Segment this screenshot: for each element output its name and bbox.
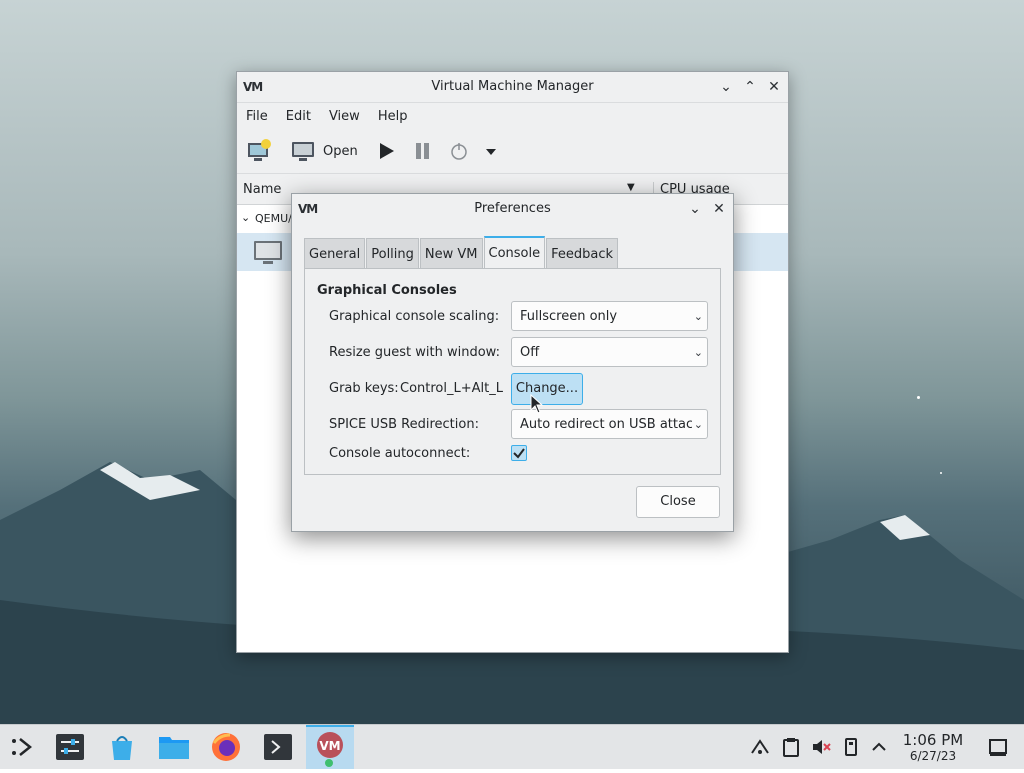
usb-device-icon[interactable] <box>841 737 861 757</box>
new-vm-icon[interactable] <box>247 139 271 165</box>
checkmark-icon <box>513 448 525 459</box>
preferences-dialog: VM Preferences ⌄ ✕ General Polling New V… <box>291 193 734 532</box>
chevron-down-icon: ⌄ <box>693 346 703 359</box>
usb-value: Auto redirect on USB attach <box>520 417 692 432</box>
change-button[interactable]: Change... <box>511 373 583 405</box>
pause-icon[interactable] <box>413 139 433 165</box>
scaling-value: Fullscreen only <box>520 309 618 324</box>
clock[interactable]: 1:06 PM 6/27/23 <box>895 731 971 764</box>
toolbar: Open <box>237 131 788 174</box>
resize-value: Off <box>520 345 540 360</box>
column-name[interactable]: Name <box>243 182 281 197</box>
clock-time: 1:06 PM <box>902 731 964 749</box>
virt-manager-icon: VM <box>317 732 343 767</box>
tab-general[interactable]: General <box>304 238 366 270</box>
section-title: Graphical Consoles <box>317 283 457 298</box>
app-launcher-icon[interactable] <box>6 731 38 763</box>
autoconnect-label: Console autoconnect: <box>329 446 471 461</box>
tab-console[interactable]: Console <box>483 236 546 270</box>
dialog-title: Preferences <box>474 201 551 216</box>
chevron-down-icon: ⌄ <box>693 418 703 431</box>
tray-expand-icon[interactable] <box>869 737 889 757</box>
connection-label: QEMU/ <box>255 212 292 225</box>
mouse-cursor-icon <box>530 394 544 414</box>
power-menu-chevron-icon[interactable] <box>485 139 497 165</box>
resize-combo[interactable]: Off ⌄ <box>511 337 708 367</box>
expand-chevron-icon[interactable]: ⌄ <box>241 211 250 224</box>
konsole-icon[interactable] <box>262 731 294 763</box>
taskbar: VM 1:06 PM 6/27/23 <box>0 724 1024 769</box>
grab-keys-value: Control_L+Alt_L <box>400 381 503 396</box>
close-window-icon[interactable]: ✕ <box>763 76 785 98</box>
clipboard-icon[interactable] <box>781 737 801 757</box>
main-window-title: Virtual Machine Manager <box>431 79 594 94</box>
close-dialog-icon[interactable]: ✕ <box>708 198 730 220</box>
vm-monitor-icon <box>254 241 282 264</box>
chevron-down-icon: ⌄ <box>693 310 703 323</box>
tab-bar: General Polling New VM Console Feedback <box>304 236 619 270</box>
menu-file[interactable]: File <box>237 103 277 124</box>
firefox-icon[interactable] <box>210 731 242 763</box>
minimize-icon[interactable]: ⌄ <box>684 198 706 220</box>
play-icon[interactable] <box>377 139 397 165</box>
scaling-label: Graphical console scaling: <box>329 309 500 324</box>
dialog-titlebar[interactable]: VM Preferences ⌄ ✕ <box>292 194 733 223</box>
maximize-icon[interactable]: ⌃ <box>739 76 761 98</box>
grab-keys-label: Grab keys: <box>329 381 399 396</box>
menu-edit[interactable]: Edit <box>277 103 320 124</box>
file-manager-icon[interactable] <box>158 731 190 763</box>
volume-muted-icon[interactable] <box>811 737 831 757</box>
tab-polling[interactable]: Polling <box>366 238 419 270</box>
monitor-icon[interactable] <box>291 139 315 165</box>
open-button[interactable]: Open <box>323 139 358 165</box>
sort-arrow-icon[interactable]: ▼ <box>627 182 635 193</box>
usb-label: SPICE USB Redirection: <box>329 417 479 432</box>
minimize-icon[interactable]: ⌄ <box>715 76 737 98</box>
close-button[interactable]: Close <box>636 486 720 518</box>
virt-manager-task[interactable]: VM <box>306 725 354 769</box>
network-icon[interactable] <box>750 737 770 757</box>
console-panel: Graphical Consoles Graphical console sca… <box>304 268 721 475</box>
scaling-combo[interactable]: Fullscreen only ⌄ <box>511 301 708 331</box>
tab-feedback[interactable]: Feedback <box>546 238 619 270</box>
discover-icon[interactable] <box>106 731 138 763</box>
main-titlebar[interactable]: VM Virtual Machine Manager ⌄ ⌃ ✕ <box>237 72 788 103</box>
clock-date: 6/27/23 <box>909 749 957 763</box>
show-desktop-icon[interactable] <box>988 737 1008 757</box>
autoconnect-checkbox[interactable] <box>511 445 527 461</box>
resize-label: Resize guest with window: <box>329 345 500 360</box>
tab-new-vm[interactable]: New VM <box>419 238 483 270</box>
system-settings-icon[interactable] <box>54 731 86 763</box>
power-icon[interactable] <box>449 139 469 165</box>
menu-help[interactable]: Help <box>369 103 417 124</box>
menubar: File Edit View Help <box>237 103 788 131</box>
svg-text:VM: VM <box>319 739 340 753</box>
menu-view[interactable]: View <box>320 103 369 124</box>
